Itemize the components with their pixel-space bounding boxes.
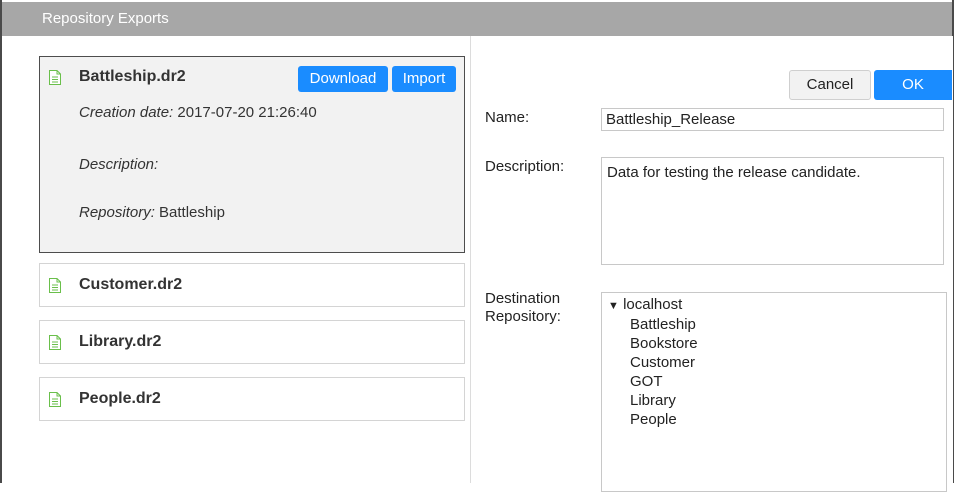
file-icon	[49, 278, 61, 293]
destination-label-line1: Destination	[485, 290, 561, 307]
name-field-value: Battleship_Release	[606, 111, 736, 128]
tree-node-people[interactable]: People	[630, 410, 677, 430]
download-button[interactable]: Download	[298, 66, 388, 92]
creation-date-value: 2017-07-20 21:26:40	[177, 104, 317, 121]
export-item-customer[interactable]: Customer.dr2	[39, 263, 465, 307]
file-icon	[49, 335, 61, 350]
description-label: Description:	[485, 158, 565, 175]
window-title: Repository Exports	[42, 10, 169, 27]
description-field-value: Data for testing the release candidate.	[607, 164, 861, 181]
description-meta: Description:	[79, 156, 158, 173]
import-form: Cancel OK Name: Battleship_Release Descr…	[470, 36, 953, 492]
import-button[interactable]: Import	[392, 66, 456, 92]
export-filename: Battleship.dr2	[79, 68, 186, 85]
description-field[interactable]: Data for testing the release candidate.	[601, 157, 944, 265]
tree-node-got[interactable]: GOT	[630, 372, 663, 392]
cancel-button[interactable]: Cancel	[789, 70, 871, 100]
tree-node-battleship[interactable]: Battleship	[630, 315, 696, 335]
description-meta-label: Description:	[79, 156, 159, 173]
repository-meta-value: Battleship	[159, 204, 225, 221]
export-item-library[interactable]: Library.dr2	[39, 320, 465, 364]
caret-down-icon[interactable]: ▼	[608, 300, 619, 312]
tree-root-label: localhost	[623, 296, 683, 313]
creation-date-label: Creation date:	[79, 104, 174, 121]
file-icon	[49, 70, 61, 85]
ok-button[interactable]: OK	[874, 70, 952, 100]
name-field[interactable]: Battleship_Release	[601, 108, 944, 131]
destination-repository-tree[interactable]: ▼ localhost Battleship Bookstore Custome…	[601, 292, 947, 492]
tree-node-bookstore[interactable]: Bookstore	[630, 334, 698, 354]
repository-meta: Repository: Battleship	[79, 204, 225, 221]
exports-list: Battleship.dr2 Download Import Creation …	[2, 36, 468, 483]
repository-meta-label: Repository:	[79, 204, 155, 221]
export-item-battleship[interactable]: Battleship.dr2 Download Import Creation …	[39, 56, 465, 253]
tree-node-customer[interactable]: Customer	[630, 353, 695, 373]
export-filename: People.dr2	[79, 390, 161, 407]
destination-label-line2: Repository:	[485, 308, 561, 325]
export-item-people[interactable]: People.dr2	[39, 377, 465, 421]
title-bar: Repository Exports	[2, 2, 952, 36]
tree-root-localhost[interactable]: ▼ localhost	[608, 295, 682, 316]
export-filename: Customer.dr2	[79, 276, 183, 293]
name-label: Name:	[485, 109, 530, 126]
tree-node-library[interactable]: Library	[630, 391, 676, 411]
file-icon	[49, 392, 61, 407]
creation-date: Creation date: 2017-07-20 21:26:40	[79, 104, 317, 121]
export-filename: Library.dr2	[79, 333, 162, 350]
